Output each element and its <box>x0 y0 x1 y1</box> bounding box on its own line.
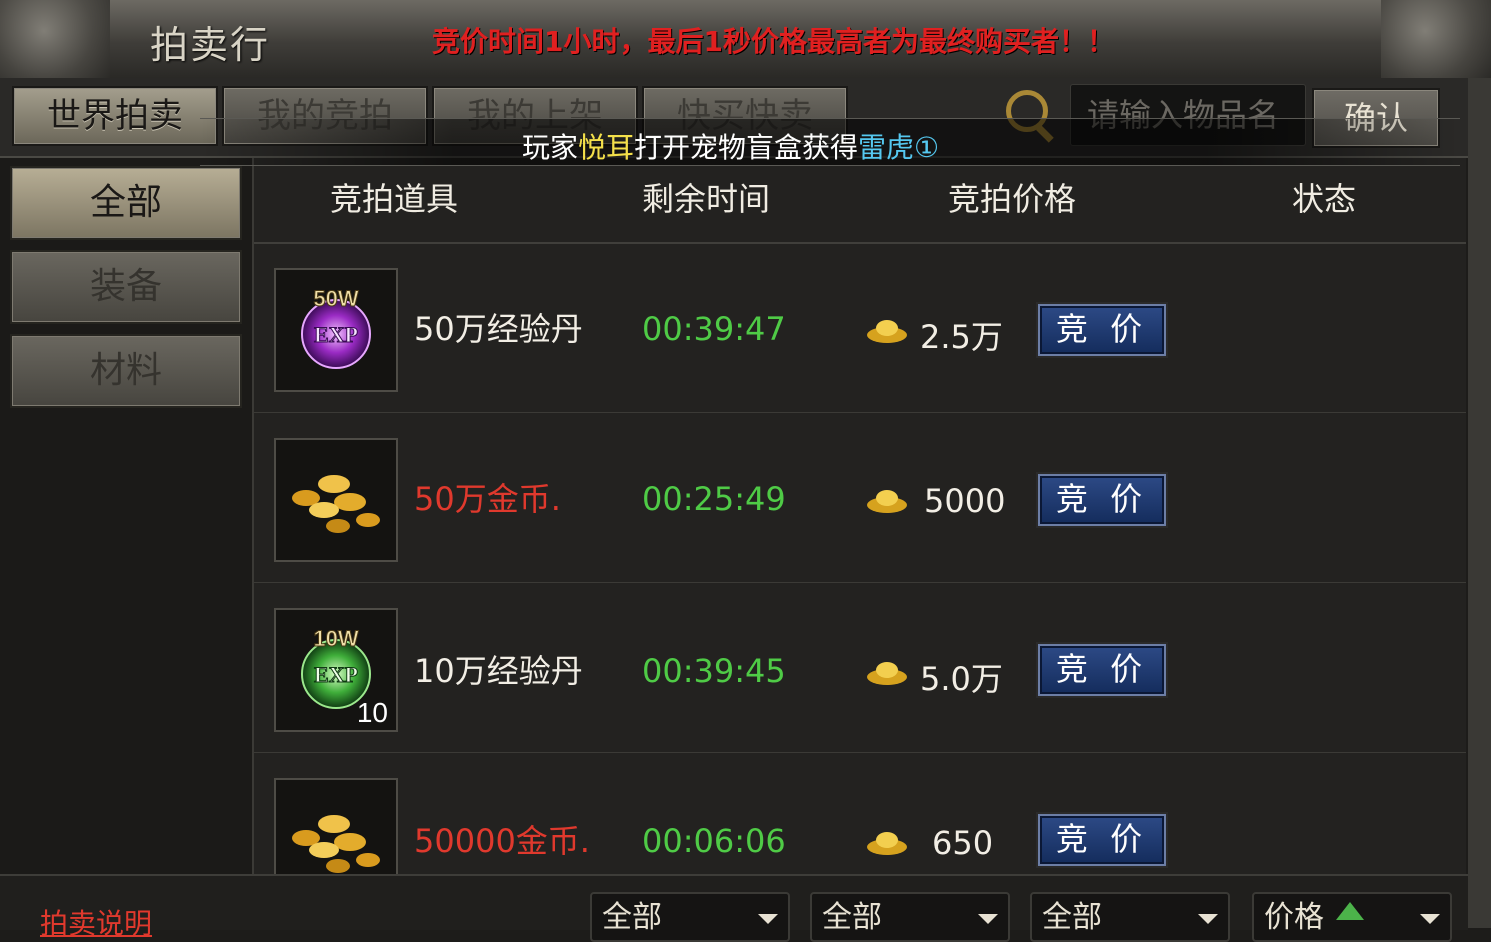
column-header-status: 状态 <box>1292 180 1357 218</box>
filter-dropdown-2-value: 全部 <box>822 900 882 935</box>
remaining-time: 00:39:45 <box>642 652 786 690</box>
window-title: 拍卖行 <box>150 23 271 67</box>
svg-text:EXP: EXP <box>314 322 358 347</box>
item-slot[interactable]: EXP 50W <box>274 268 398 392</box>
column-header-price: 竞拍价格 <box>948 180 1077 218</box>
column-header-time: 剩余时间 <box>642 180 771 218</box>
header-ornament-left <box>0 0 110 78</box>
gold-ingot-icon <box>867 320 907 343</box>
gold-ingot-icon <box>867 832 907 855</box>
filter-dropdown-3[interactable]: 全部 <box>1030 892 1230 942</box>
chevron-down-icon <box>758 914 778 924</box>
item-name: 50000金币. <box>414 822 590 860</box>
category-all[interactable]: 全部 <box>10 166 242 240</box>
broadcast-reward: 雷虎① <box>858 131 940 164</box>
row-divider <box>254 752 1466 753</box>
item-slot[interactable] <box>274 438 398 562</box>
item-slot[interactable] <box>274 778 398 874</box>
filter-dropdown-1[interactable]: 全部 <box>590 892 790 942</box>
bid-button[interactable]: 竞 价 <box>1038 644 1166 696</box>
svg-text:10W: 10W <box>313 626 358 651</box>
filter-dropdown-1-value: 全部 <box>602 900 662 935</box>
item-name: 50万经验丹 <box>414 310 583 348</box>
category-equipment[interactable]: 装备 <box>10 250 242 324</box>
gold-ingot-icon <box>867 490 907 513</box>
gold-ingot-icon <box>867 662 907 685</box>
column-header-item: 竞拍道具 <box>330 180 459 218</box>
bid-price: 5.0万 <box>920 660 1003 698</box>
svg-text:50W: 50W <box>313 286 358 311</box>
header-ornament-right <box>1381 0 1491 78</box>
exp-orb-purple-icon: EXP 50W <box>301 286 371 369</box>
row-divider <box>254 412 1466 413</box>
item-name: 10万经验丹 <box>414 652 583 690</box>
remaining-time: 00:25:49 <box>642 480 786 518</box>
chevron-down-icon <box>1198 914 1218 924</box>
broadcast-middle: 打开宠物盲盒获得 <box>634 131 859 164</box>
right-frame-edge <box>1468 78 1491 928</box>
broadcast-player: 悦耳 <box>578 131 635 164</box>
bid-price: 5000 <box>924 482 1006 520</box>
row-divider <box>254 582 1466 583</box>
sort-ascending-icon <box>1336 902 1364 920</box>
filter-dropdown-2[interactable]: 全部 <box>810 892 1010 942</box>
header-divider <box>254 242 1466 244</box>
auction-notice: 竞价时间1小时，最后1秒价格最高者为最终购买者！！ <box>432 25 1115 58</box>
auction-rules-link[interactable]: 拍卖说明 <box>40 902 152 942</box>
category-materials[interactable]: 材料 <box>10 334 242 408</box>
broadcast-message: 玩家悦耳打开宠物盲盒获得雷虎① <box>522 126 939 166</box>
item-slot[interactable]: EXP 10W 10 <box>274 608 398 732</box>
gold-coins-icon <box>292 475 380 533</box>
remaining-time: 00:39:47 <box>642 310 786 348</box>
bid-price: 2.5万 <box>920 318 1003 356</box>
gold-coins-icon <box>292 815 380 873</box>
exp-orb-green-icon: EXP 10W 10 <box>301 626 388 728</box>
filter-dropdown-3-value: 全部 <box>1042 900 1102 935</box>
chevron-down-icon <box>978 914 998 924</box>
bid-button[interactable]: 竞 价 <box>1038 814 1166 866</box>
sort-dropdown-value: 价格 <box>1264 900 1324 935</box>
remaining-time: 00:06:06 <box>642 822 786 860</box>
broadcast-prefix: 玩家 <box>522 131 579 164</box>
chevron-down-icon <box>1420 914 1440 924</box>
tab-world-auction[interactable]: 世界拍卖 <box>12 86 218 146</box>
bid-button[interactable]: 竞 价 <box>1038 474 1166 526</box>
svg-text:10: 10 <box>357 697 388 728</box>
item-name: 50万金币. <box>414 480 561 518</box>
bid-button[interactable]: 竞 价 <box>1038 304 1166 356</box>
bid-price: 650 <box>932 824 994 862</box>
svg-text:EXP: EXP <box>314 662 358 687</box>
sort-dropdown[interactable]: 价格 <box>1252 892 1452 942</box>
